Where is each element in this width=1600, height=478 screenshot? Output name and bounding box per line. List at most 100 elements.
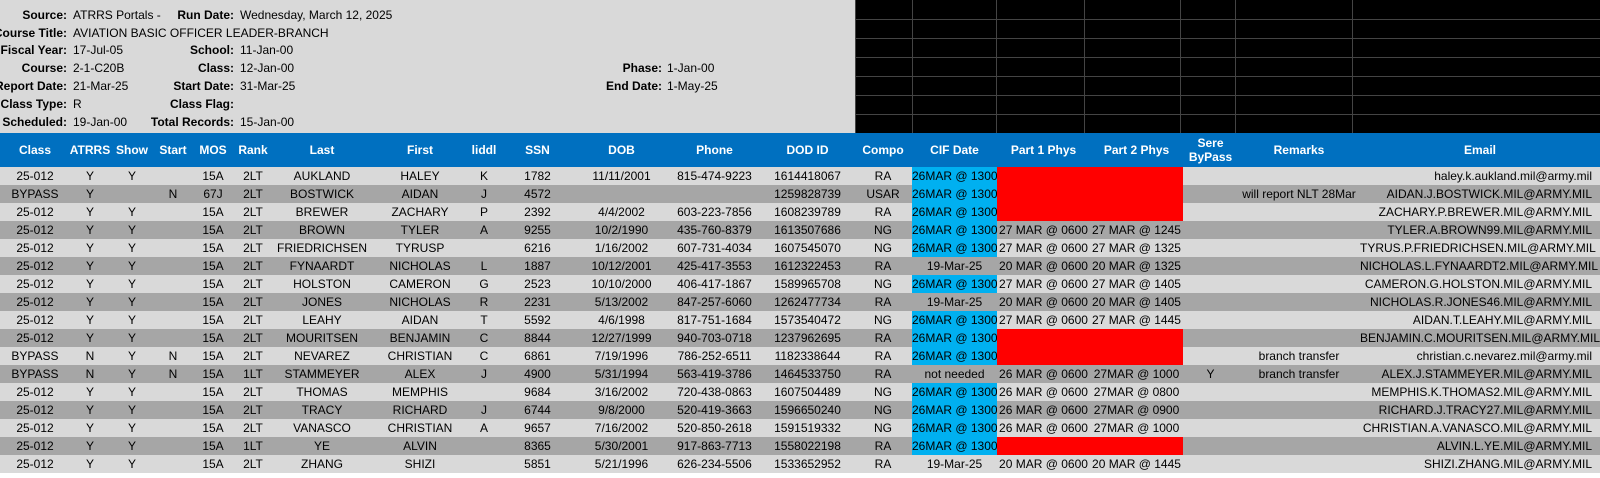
cell-sere-bypass[interactable]	[1183, 275, 1238, 293]
cell-first-name[interactable]: ALEX	[372, 365, 468, 383]
cell-email[interactable]: TYRUS.P.FRIEDRICHSEN.MIL@ARMY.MIL	[1360, 239, 1600, 257]
cell-sere-bypass[interactable]	[1183, 383, 1238, 401]
cell-email[interactable]: ZACHARY.P.BREWER.MIL@ARMY.MIL	[1360, 203, 1600, 221]
cell-last-name[interactable]: BOSTWICK	[272, 185, 372, 203]
cell-phone[interactable]: 607-731-4034	[668, 239, 761, 257]
cell-part1-phys[interactable]: 20 MAR @ 0600	[997, 257, 1090, 275]
cell-class[interactable]: 25-012	[0, 401, 70, 419]
cell-remarks[interactable]: will report NLT 28Mar	[1238, 185, 1360, 203]
cell-start[interactable]	[154, 275, 192, 293]
class-type-value[interactable]: R	[73, 96, 82, 112]
cell-class[interactable]: 25-012	[0, 221, 70, 239]
cell-rank[interactable]: 2LT	[234, 221, 272, 239]
cell-middle-initial[interactable]: J	[468, 185, 500, 203]
cell-atrrs[interactable]: Y	[70, 221, 110, 239]
cell-compo[interactable]: RA	[854, 257, 912, 275]
cell-email[interactable]: haley.k.aukland.mil@army.mil	[1360, 167, 1600, 185]
cell-cif-date[interactable]: 26MAR @ 1300	[912, 221, 997, 239]
cell-last-name[interactable]: JONES	[272, 293, 372, 311]
cell-sere-bypass[interactable]: Y	[1183, 365, 1238, 383]
cell-remarks[interactable]	[1238, 383, 1360, 401]
cell-mos[interactable]: 15A	[192, 419, 234, 437]
cell-middle-initial[interactable]: P	[468, 203, 500, 221]
cell-sere-bypass[interactable]	[1183, 203, 1238, 221]
cell-sere-bypass[interactable]	[1183, 401, 1238, 419]
cell-part2-phys[interactable]	[1090, 437, 1183, 455]
table-row[interactable]: 25-012 Y Y 15A 2LT THOMAS MEMPHIS 9684 3/16/2002…	[0, 383, 1600, 401]
cell-part1-phys[interactable]: 20 MAR @ 0600	[997, 455, 1090, 473]
cell-part2-phys[interactable]: 27MAR @ 1000	[1090, 419, 1183, 437]
cell-dod-id[interactable]: 1612322453	[761, 257, 854, 275]
cell-cif-date[interactable]: 19-Mar-25	[912, 455, 997, 473]
cell-dob[interactable]: 5/31/1994	[575, 365, 668, 383]
cell-last-name[interactable]: VANASCO	[272, 419, 372, 437]
cell-dod-id[interactable]: 1573540472	[761, 311, 854, 329]
cell-part1-phys[interactable]: 27 MAR @ 0600	[997, 221, 1090, 239]
col-header-part2-phys[interactable]: Part 2 Phys	[1090, 133, 1183, 167]
cell-show[interactable]: Y	[110, 221, 154, 239]
cell-email[interactable]: christian.c.nevarez.mil@army.mil	[1360, 347, 1600, 365]
cell-middle-initial[interactable]: C	[468, 347, 500, 365]
cell-sere-bypass[interactable]	[1183, 221, 1238, 239]
cell-sere-bypass[interactable]	[1183, 257, 1238, 275]
cell-ssn[interactable]: 4572	[500, 185, 575, 203]
cell-ssn[interactable]: 1782	[500, 167, 575, 185]
cell-start[interactable]	[154, 293, 192, 311]
cell-ssn[interactable]: 8365	[500, 437, 575, 455]
table-row[interactable]: 25-012 Y Y 15A 1LT YE ALVIN 8365 5/30/2001 917-86…	[0, 437, 1600, 455]
cell-dod-id[interactable]: 1558022198	[761, 437, 854, 455]
cell-last-name[interactable]: BROWN	[272, 221, 372, 239]
cell-dod-id[interactable]: 1607545070	[761, 239, 854, 257]
cell-mos[interactable]: 15A	[192, 167, 234, 185]
cell-part2-phys[interactable]	[1090, 203, 1183, 221]
cell-dob[interactable]: 11/11/2001	[575, 167, 668, 185]
cell-rank[interactable]: 2LT	[234, 293, 272, 311]
cell-dob[interactable]: 10/2/1990	[575, 221, 668, 239]
cell-first-name[interactable]: AIDAN	[372, 311, 468, 329]
cell-start[interactable]	[154, 203, 192, 221]
cell-part1-phys[interactable]	[997, 347, 1090, 365]
cell-part1-phys[interactable]: 26 MAR @ 0600	[997, 401, 1090, 419]
cell-first-name[interactable]: RICHARD	[372, 401, 468, 419]
cell-phone[interactable]: 520-850-2618	[668, 419, 761, 437]
cell-part1-phys[interactable]: 27 MAR @ 0600	[997, 239, 1090, 257]
cell-dob[interactable]: 7/19/1996	[575, 347, 668, 365]
cell-sere-bypass[interactable]	[1183, 167, 1238, 185]
school-value[interactable]: 11-Jan-00	[240, 42, 293, 58]
cell-dob[interactable]: 4/4/2002	[575, 203, 668, 221]
cell-sere-bypass[interactable]	[1183, 293, 1238, 311]
cell-middle-initial[interactable]: C	[468, 329, 500, 347]
cell-part2-phys[interactable]: 27 MAR @ 1325	[1090, 239, 1183, 257]
cell-rank[interactable]: 1LT	[234, 437, 272, 455]
cell-ssn[interactable]: 8844	[500, 329, 575, 347]
cell-part2-phys[interactable]: 27MAR @ 0900	[1090, 401, 1183, 419]
cell-show[interactable]: Y	[110, 257, 154, 275]
cell-cif-date[interactable]: not needed	[912, 365, 997, 383]
cell-last-name[interactable]: FRIEDRICHSEN	[272, 239, 372, 257]
course-value[interactable]: 2-1-C20B	[73, 60, 124, 76]
table-row[interactable]: 25-012 Y Y 15A 2LT BROWN TYLER A 9255 10/2/1990 43…	[0, 221, 1600, 239]
report-date-value[interactable]: 21-Mar-25	[73, 78, 128, 94]
cell-atrrs[interactable]: Y	[70, 167, 110, 185]
cell-mos[interactable]: 15A	[192, 221, 234, 239]
cell-compo[interactable]: RA	[854, 455, 912, 473]
cell-first-name[interactable]: NICHOLAS	[372, 293, 468, 311]
source-value[interactable]: ATRRS Portals -	[73, 7, 161, 23]
cell-last-name[interactable]: BREWER	[272, 203, 372, 221]
col-header-last-name[interactable]: Last	[272, 133, 372, 167]
table-row[interactable]: BYPASS N Y N 15A 2LT NEVAREZ CHRISTIAN C 6861 7/19…	[0, 347, 1600, 365]
table-row[interactable]: 25-012 Y Y 15A 2LT FRIEDRICHSEN TYRUSP 6216 1/16…	[0, 239, 1600, 257]
cell-mos[interactable]: 15A	[192, 401, 234, 419]
cell-last-name[interactable]: NEVAREZ	[272, 347, 372, 365]
cell-show[interactable]: Y	[110, 275, 154, 293]
cell-rank[interactable]: 1LT	[234, 365, 272, 383]
cell-phone[interactable]: 626-234-5506	[668, 455, 761, 473]
cell-show[interactable]	[110, 185, 154, 203]
cell-mos[interactable]: 15A	[192, 365, 234, 383]
cell-class[interactable]: BYPASS	[0, 185, 70, 203]
cell-start[interactable]	[154, 239, 192, 257]
cell-atrrs[interactable]: Y	[70, 275, 110, 293]
cell-dod-id[interactable]: 1259828739	[761, 185, 854, 203]
cell-start[interactable]	[154, 437, 192, 455]
table-row[interactable]: 25-012 Y Y 15A 2LT BREWER ZACHARY P 2392 4/4/2002…	[0, 203, 1600, 221]
